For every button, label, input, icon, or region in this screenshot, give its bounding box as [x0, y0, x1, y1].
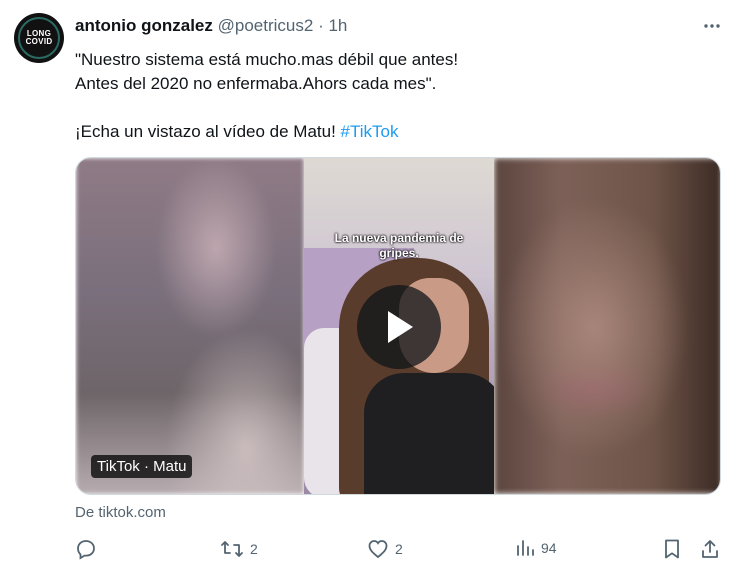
- share-button[interactable]: [700, 538, 720, 560]
- video-caption: La nueva pandemia de gripes.: [334, 231, 464, 260]
- reply-icon: [77, 540, 95, 560]
- retweet-icon: [221, 541, 243, 557]
- bookmark-button[interactable]: [662, 538, 682, 560]
- video-blur-right: [494, 158, 720, 494]
- avatar[interactable]: LONG COVID: [14, 13, 64, 63]
- tweet-line-2: Antes del 2020 no enfermaba.Ahors cada m…: [75, 74, 437, 93]
- more-button[interactable]: [702, 16, 722, 41]
- video-card[interactable]: La nueva pandemia de gripes. TikTok · Ma…: [75, 157, 721, 495]
- more-icon: [704, 24, 720, 28]
- views-icon: [517, 540, 534, 556]
- hashtag-link[interactable]: #TikTok: [341, 122, 399, 141]
- views-count: 94: [541, 540, 557, 556]
- retweet-count: 2: [250, 541, 258, 557]
- retweet-button[interactable]: 2: [220, 538, 258, 560]
- tweet-text: "Nuestro sistema está mucho.mas débil qu…: [75, 48, 715, 144]
- separator-dot: ·: [318, 16, 324, 35]
- like-button[interactable]: 2: [367, 538, 403, 560]
- video-blur-left: [76, 158, 304, 494]
- like-icon: [368, 540, 388, 559]
- play-icon: [388, 311, 413, 343]
- link-source[interactable]: De tiktok.com: [75, 504, 166, 521]
- tweet-share-line: ¡Echa un vistazo al vídeo de Matu! #TikT…: [75, 120, 715, 144]
- video-source-badge: TikTok · Matu: [91, 455, 193, 478]
- avatar-text-2: COVID: [25, 37, 53, 46]
- tweet-time[interactable]: 1h: [328, 16, 347, 35]
- long-covid-logo: LONG COVID: [18, 17, 60, 59]
- reply-button[interactable]: [75, 538, 97, 560]
- views-button[interactable]: 94: [515, 538, 557, 558]
- author-name[interactable]: antonio gonzalez: [75, 16, 213, 35]
- share-icon: [702, 540, 718, 558]
- like-count: 2: [395, 541, 403, 557]
- action-bar: 2 2 94: [75, 538, 725, 560]
- bookmark-icon: [665, 539, 679, 559]
- tweet-line-1: "Nuestro sistema está mucho.mas débil qu…: [75, 50, 459, 69]
- tweet-header: antonio gonzalez @poetricus2 · 1h: [75, 16, 347, 36]
- play-button[interactable]: [357, 285, 441, 369]
- author-handle[interactable]: @poetricus2: [218, 16, 314, 35]
- share-text: ¡Echa un vistazo al vídeo de Matu!: [75, 122, 341, 141]
